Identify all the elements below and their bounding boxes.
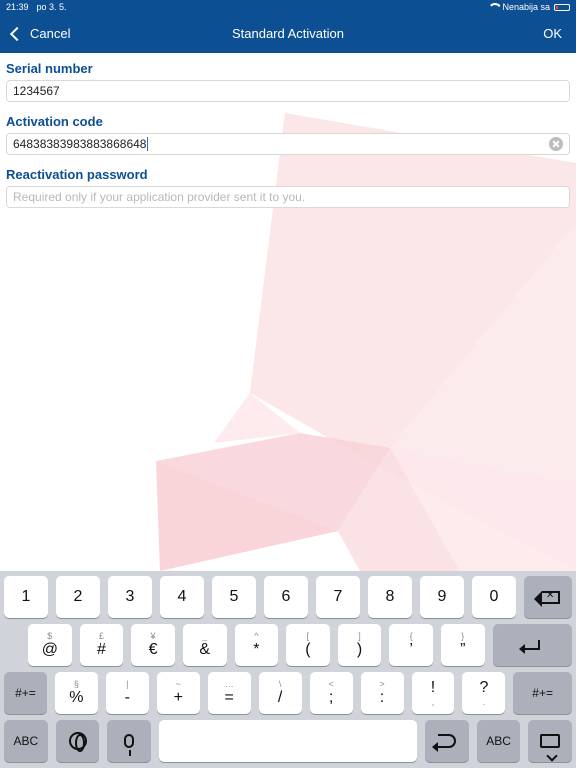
hide-keyboard-icon (540, 734, 561, 748)
chevron-left-icon (9, 26, 25, 41)
undo-key[interactable] (425, 720, 469, 762)
key-exclamation[interactable]: !, (411, 672, 455, 714)
reactivation-password-field[interactable]: Required only if your application provid… (6, 186, 570, 208)
serial-number-value: 1234567 (13, 84, 60, 98)
key-equals[interactable]: … = (207, 672, 251, 714)
keyboard-row-symbols-2: #+= §% | - ~ + … = \ / <; >: !, ?. #+= (4, 672, 572, 714)
abc-right-key[interactable]: ABC (476, 720, 521, 762)
microphone-icon (124, 734, 135, 756)
page-title: Standard Activation (231, 26, 345, 41)
key-8[interactable]: 8 (368, 576, 412, 618)
navigation-bar: Cancel Standard Activation OK (0, 14, 576, 53)
key-asterisk[interactable]: ^ * (234, 624, 279, 666)
status-date: po 3. 5. (36, 2, 67, 12)
backspace-icon (534, 590, 560, 607)
globe-key[interactable] (55, 720, 100, 762)
activation-form: Serial number 1234567 Activation code 64… (0, 53, 576, 220)
key-hash[interactable]: £ # (79, 624, 124, 666)
battery-status-label: Nenabija sa (502, 2, 550, 12)
key-colon[interactable]: >: (360, 672, 404, 714)
serial-number-label: Serial number (6, 61, 93, 76)
clear-text-icon[interactable] (549, 137, 563, 151)
key-plus[interactable]: ~ + (156, 672, 200, 714)
abc-left-key[interactable]: ABC (4, 720, 48, 762)
key-quote[interactable]: }” (441, 624, 485, 666)
key-0[interactable]: 0 (472, 576, 516, 618)
space-key[interactable] (159, 720, 418, 762)
key-semicolon[interactable]: <; (309, 672, 353, 714)
wifi-icon (488, 3, 498, 11)
key-euro[interactable]: ¥ € (131, 624, 175, 666)
status-bar: 21:39 po 3. 5. Nenabija sa (0, 0, 576, 14)
undo-icon (431, 734, 456, 752)
key-1[interactable]: 1 (4, 576, 48, 618)
status-time: 21:39 (6, 2, 29, 12)
key-6[interactable]: 6 (264, 576, 308, 618)
battery-icon (554, 3, 570, 11)
key-2[interactable]: 2 (56, 576, 100, 618)
hide-keyboard-key[interactable] (528, 720, 573, 762)
return-icon (519, 640, 541, 654)
keyboard-row-numbers: 1 2 3 4 5 6 7 8 9 0 (4, 576, 572, 618)
key-4[interactable]: 4 (160, 576, 204, 618)
keyboard-row-symbols-1: $ @ £ # ¥ € _ & ^ * [( ]) {’ }” (28, 624, 572, 666)
key-question[interactable]: ?. (462, 672, 506, 714)
key-percent[interactable]: §% (54, 672, 98, 714)
activation-code-label: Activation code (6, 114, 103, 129)
key-slash[interactable]: \ / (258, 672, 302, 714)
key-ampersand[interactable]: _ & (182, 624, 227, 666)
key-apostrophe[interactable]: {’ (389, 624, 433, 666)
globe-icon (68, 732, 87, 752)
key-minus[interactable]: | - (105, 672, 149, 714)
key-5[interactable]: 5 (212, 576, 256, 618)
key-7[interactable]: 7 (316, 576, 360, 618)
symbols-toggle-left[interactable]: #+= (4, 672, 47, 714)
key-3[interactable]: 3 (108, 576, 152, 618)
activation-code-field[interactable]: 64838383983883868648 (6, 133, 570, 155)
backspace-key[interactable] (524, 576, 572, 618)
key-9[interactable]: 9 (420, 576, 464, 618)
serial-number-field[interactable]: 1234567 (6, 80, 570, 102)
reactivation-password-placeholder: Required only if your application provid… (13, 190, 306, 204)
text-cursor (147, 137, 149, 151)
key-right-paren[interactable]: ]) (337, 624, 382, 666)
keyboard-row-bottom: ABC ABC (4, 720, 573, 762)
key-at[interactable]: $ @ (28, 624, 72, 666)
activation-code-value: 64838383983883868648 (13, 137, 147, 151)
key-left-paren[interactable]: [( (286, 624, 330, 666)
cancel-label: Cancel (30, 26, 71, 41)
dictation-key[interactable] (107, 720, 152, 762)
ok-button[interactable]: OK (543, 26, 568, 41)
on-screen-keyboard: 1 2 3 4 5 6 7 8 9 0 $@ £# ¥€ _& ^* [( ])… (0, 571, 576, 768)
return-key[interactable] (492, 624, 572, 666)
symbols-toggle-right[interactable]: #+= (513, 672, 572, 714)
cancel-button[interactable]: Cancel (8, 26, 70, 41)
reactivation-password-label: Reactivation password (6, 167, 148, 182)
